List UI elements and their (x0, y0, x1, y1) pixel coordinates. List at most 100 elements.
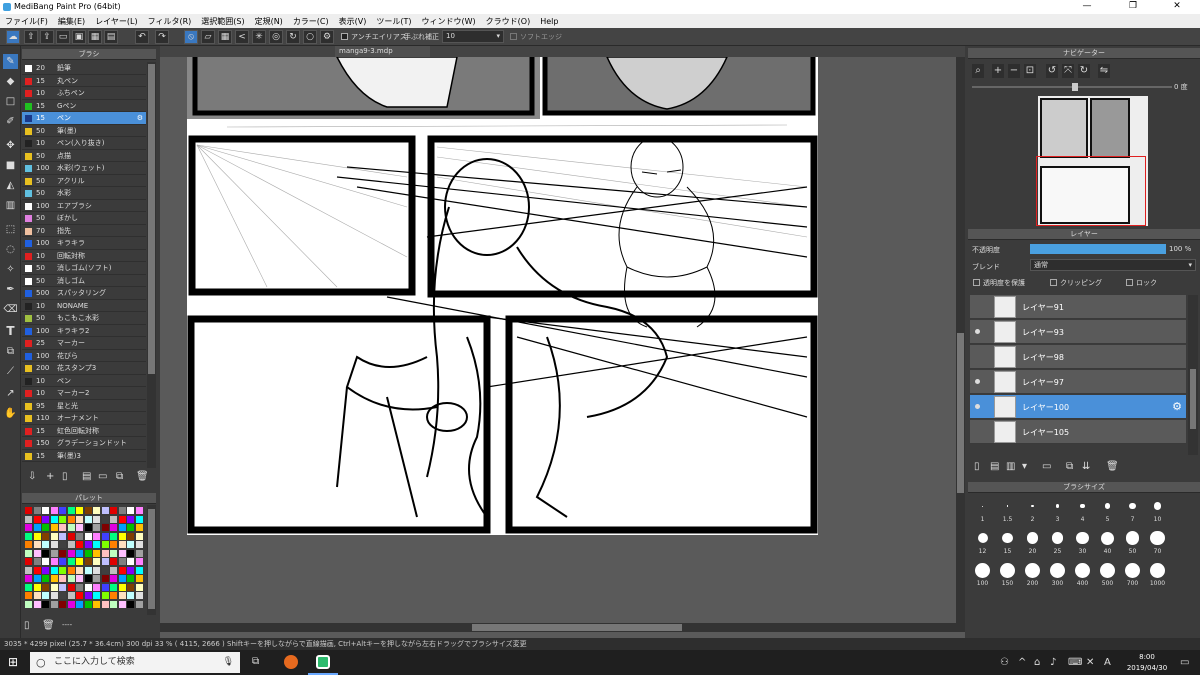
magic-wand-icon[interactable]: ✧ (3, 262, 18, 277)
brush-item[interactable]: 50 もこもこ水彩 (22, 312, 146, 325)
brush-size-option[interactable]: 15 (995, 528, 1020, 555)
palette-swatch[interactable] (135, 541, 143, 548)
palette-swatch[interactable] (25, 549, 32, 557)
duplicate-layer-icon[interactable]: ⧉ (1066, 460, 1073, 474)
palette-swatch[interactable] (84, 541, 92, 548)
palette-swatch[interactable] (101, 575, 109, 582)
palette-swatch[interactable] (59, 600, 66, 608)
palette-swatch[interactable] (42, 549, 49, 557)
palette-swatch[interactable] (110, 575, 117, 582)
rotation-slider-handle[interactable] (1072, 83, 1078, 91)
palette-swatch[interactable] (76, 600, 83, 608)
menu-layer[interactable]: レイヤー(L) (90, 14, 142, 27)
palette-swatch[interactable] (59, 558, 66, 565)
palette-swatch[interactable] (42, 575, 49, 582)
canvas-h-scrollbar[interactable] (160, 623, 965, 632)
navigator-preview[interactable] (1036, 96, 1148, 226)
palette-swatch[interactable] (84, 507, 92, 514)
select-tool-icon[interactable]: ⬚ (3, 222, 18, 237)
palette-swatch[interactable] (118, 524, 126, 531)
palette-swatch[interactable] (101, 558, 109, 565)
menu-ruler[interactable]: 定規(N) (250, 14, 288, 27)
canvas-v-scrollbar[interactable] (956, 57, 965, 623)
palette-swatch[interactable] (25, 515, 32, 523)
brush-size-option[interactable]: 100 (970, 560, 995, 587)
brush-item[interactable]: 20 鉛筆 (22, 62, 146, 75)
menu-help[interactable]: Help (535, 15, 563, 26)
palette-swatch[interactable] (127, 583, 134, 591)
menu-view[interactable]: 表示(V) (334, 14, 372, 27)
minimize-button[interactable]: — (1064, 1, 1110, 11)
palette-swatch[interactable] (93, 592, 100, 599)
layer-row[interactable]: レイヤー105 (970, 420, 1186, 444)
menu-window[interactable]: ウィンドウ(W) (417, 14, 481, 27)
brush-size-option[interactable]: 700 (1120, 560, 1145, 587)
brush-size-option[interactable]: 400 (1070, 560, 1095, 587)
palette-swatch[interactable] (135, 515, 143, 523)
palette-swatch[interactable] (25, 600, 32, 608)
palette-swatch[interactable] (135, 549, 143, 557)
close-button[interactable]: ✕ (1154, 1, 1200, 11)
palette-swatch[interactable] (93, 566, 100, 574)
palette-swatch[interactable] (59, 532, 66, 540)
brush-size-option[interactable]: 12 (970, 528, 995, 555)
windows-start-icon[interactable]: ⊞ (8, 655, 18, 669)
palette-swatch[interactable] (76, 532, 83, 540)
brush-item[interactable]: 15 丸ペン (22, 75, 146, 87)
palette-swatch[interactable] (84, 600, 92, 608)
menu-color[interactable]: カラー(C) (288, 14, 334, 27)
layer-settings-icon[interactable]: ⚙ (1172, 400, 1182, 413)
taskbar-search[interactable]: ○ ここに入力して検索 🎙 (30, 652, 240, 673)
brush-item[interactable]: 150 グラデーションドット (22, 437, 146, 450)
save-icon[interactable]: ▣ (72, 30, 86, 44)
palette-swatch[interactable] (76, 592, 83, 599)
brush-item[interactable]: 10 NONAME (22, 300, 146, 312)
visibility-icon[interactable] (975, 329, 980, 334)
palette-swatch[interactable] (50, 532, 58, 540)
palette-swatch[interactable] (67, 524, 75, 531)
palette-swatch[interactable] (118, 575, 126, 582)
snap-parallel-icon[interactable]: ▱ (201, 30, 215, 44)
layer-scrollbar[interactable] (1188, 295, 1198, 455)
hand-tool-icon[interactable]: ✋ (3, 406, 18, 421)
menu-cloud[interactable]: クラウド(O) (481, 14, 536, 27)
brush-size-option[interactable]: 5 (1095, 496, 1120, 523)
palette-swatch[interactable] (76, 583, 83, 591)
brush-copy-icon[interactable]: ▯ (62, 470, 68, 484)
brush-item[interactable]: 50 水彩 (22, 187, 146, 200)
palette-swatch[interactable] (135, 566, 143, 574)
palette-swatch[interactable] (76, 575, 83, 582)
palette-swatch[interactable] (118, 549, 126, 557)
clipping-checkbox[interactable] (1050, 279, 1057, 286)
brush-file-icon[interactable]: ▤ (82, 470, 91, 484)
palette-swatch[interactable] (127, 566, 134, 574)
blend-select[interactable]: 通常 ▾ (1030, 259, 1196, 271)
zoom-out-icon[interactable]: − (1008, 64, 1020, 78)
palette-swatch[interactable] (50, 541, 58, 548)
brush-size-option[interactable]: 20 (1020, 528, 1045, 555)
palette-swatch[interactable] (67, 507, 75, 514)
palette-swatch[interactable] (118, 515, 126, 523)
palette-swatch[interactable] (25, 558, 32, 565)
palette-swatch[interactable] (93, 558, 100, 565)
brush-size-option[interactable]: 25 (1045, 528, 1070, 555)
brush-item[interactable]: 15 虹色回転対称 (22, 425, 146, 437)
opacity-slider[interactable] (1030, 244, 1166, 254)
menu-edit[interactable]: 編集(E) (53, 14, 90, 27)
pen-tool-icon[interactable]: ✐ (3, 114, 18, 129)
palette-swatch[interactable] (118, 600, 126, 608)
menu-filter[interactable]: フィルタ(R) (143, 14, 197, 27)
palette-swatch[interactable] (50, 575, 58, 582)
palette-swatch[interactable] (67, 566, 75, 574)
palette-swatch[interactable] (127, 515, 134, 523)
palette-swatch[interactable] (84, 524, 92, 531)
brush-size-option[interactable]: 1 (970, 496, 995, 523)
eyedropper-icon[interactable]: ⟋ (3, 364, 18, 379)
brush-size-option[interactable]: 3 (1045, 496, 1070, 523)
palette-swatch[interactable] (59, 524, 66, 531)
palette-swatch[interactable] (50, 524, 58, 531)
brush-item[interactable]: 10 ペン(入り抜き) (22, 137, 146, 150)
cloud-icon[interactable]: ☁ (6, 30, 20, 44)
palette-swatch[interactable] (93, 532, 100, 540)
grid-icon[interactable]: ▦ (88, 30, 102, 44)
